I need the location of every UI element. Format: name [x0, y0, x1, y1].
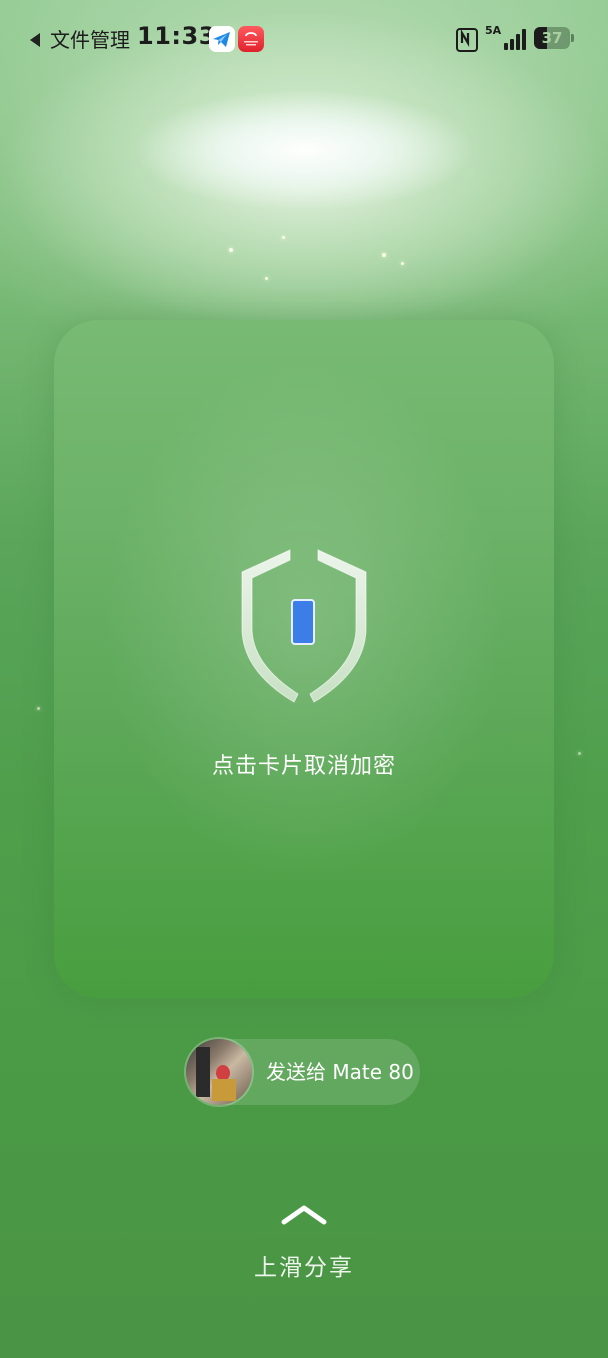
- status-bar: 文件管理 11:33 5A 37: [0, 20, 608, 60]
- chevron-up-icon[interactable]: [280, 1200, 328, 1228]
- sparkle: [229, 248, 233, 252]
- shield-lock-icon: [241, 549, 367, 703]
- telegram-like-icon: [209, 26, 235, 52]
- encrypted-file-card[interactable]: 点击卡片取消加密: [54, 320, 554, 998]
- sparkle: [578, 752, 581, 755]
- signal-bars-icon: [496, 28, 526, 50]
- status-time: 11:33: [137, 22, 216, 50]
- sparkle: [282, 236, 285, 239]
- card-hint-text: 点击卡片取消加密: [211, 754, 396, 779]
- sparkle: [265, 277, 268, 280]
- send-to-device-button[interactable]: 发送给 Mate 80: [186, 1039, 420, 1105]
- battery-percent: 37: [541, 29, 563, 47]
- back-arrow-icon[interactable]: [30, 33, 40, 47]
- battery-icon: 37: [534, 27, 570, 49]
- back-to-app-label[interactable]: 文件管理: [50, 24, 130, 53]
- sparkle: [37, 707, 40, 710]
- nfc-icon: [456, 28, 478, 52]
- sparkle: [401, 262, 404, 265]
- send-to-label: 发送给 Mate 80: [266, 1060, 414, 1084]
- gallery-app-icon: [238, 26, 264, 52]
- contact-avatar: [186, 1039, 252, 1105]
- swipe-up-share-label: 上滑分享: [254, 1255, 354, 1281]
- sparkle: [382, 253, 386, 257]
- battery-tip: [571, 34, 574, 42]
